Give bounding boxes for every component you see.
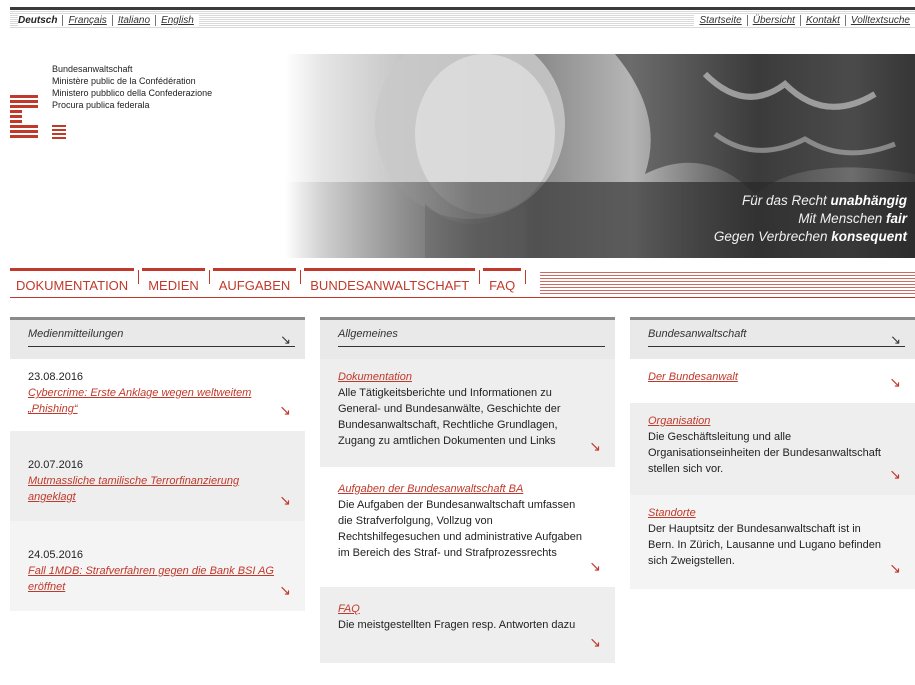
oag-column-header[interactable]: Bundesanwaltschaft ↘ xyxy=(630,317,915,359)
top-navigation-bar: Deutsch Français Italiano English Starts… xyxy=(10,10,915,28)
item-link[interactable]: Standorte xyxy=(648,505,889,521)
item-description: Die Geschäftsleitung und alle Organisati… xyxy=(648,431,881,475)
item-date: 23.08.2016 xyxy=(28,371,84,383)
nav-aufgaben[interactable]: AUFGABEN xyxy=(212,268,301,298)
logo-line-fr: Ministère public de la Confédération xyxy=(52,76,196,86)
federal-logo-icon[interactable] xyxy=(10,95,68,145)
lang-francais[interactable]: Français xyxy=(62,15,112,26)
nav-underline xyxy=(10,297,915,298)
arrow-down-right-icon[interactable]: ↘ xyxy=(279,583,291,597)
nav-dokumentation[interactable]: DOKUMENTATION xyxy=(10,268,140,298)
item-link[interactable]: Der Bundesanwalt xyxy=(648,369,889,385)
link-uebersicht[interactable]: Übersicht xyxy=(746,15,800,26)
list-item[interactable]: Aufgaben der Bundesanwaltschaft BA Die A… xyxy=(320,467,615,587)
slogan-line-3: Gegen Verbrechen konsequent xyxy=(714,228,907,246)
link-volltextsuche[interactable]: Volltextsuche xyxy=(844,15,915,26)
item-date: 24.05.2016 xyxy=(28,549,84,561)
item-description: Die meistgestellten Fragen resp. Antwort… xyxy=(338,619,576,631)
nav-bundesanwaltschaft[interactable]: BUNDESANWALTSCHAFT xyxy=(304,268,481,298)
logo-line-it: Ministero pubblico della Confederazione xyxy=(52,88,213,98)
general-column-title: Allgemeines xyxy=(338,328,605,347)
lang-deutsch[interactable]: Deutsch xyxy=(18,15,63,26)
slogan-3-bold: konsequent xyxy=(831,229,907,244)
arrow-down-right-icon[interactable]: ↘ xyxy=(889,561,901,575)
item-link[interactable]: Aufgaben der Bundesanwaltschaft BA xyxy=(338,481,589,497)
link-kontakt[interactable]: Kontakt xyxy=(799,15,845,26)
slogan-2-bold: fair xyxy=(885,211,907,226)
list-item[interactable]: 24.05.2016 Fall 1MDB: Strafverfahren geg… xyxy=(10,521,305,611)
item-link[interactable]: Dokumentation xyxy=(338,369,589,385)
slogan-line-1: Für das Recht unabhängig xyxy=(714,192,907,210)
nav-faq[interactable]: FAQ xyxy=(483,268,527,298)
list-item[interactable]: Dokumentation Alle Tätigkeitsberichte un… xyxy=(320,359,615,467)
slogan-2-text: Mit Menschen xyxy=(798,211,886,226)
item-link[interactable]: FAQ xyxy=(338,601,589,617)
nav-medien[interactable]: MEDIEN xyxy=(142,268,210,298)
media-column-title: Medienmitteilungen xyxy=(28,328,295,347)
list-item[interactable]: Organisation Die Geschäftsleitung und al… xyxy=(630,403,915,495)
hero-banner: Für das Recht unabhängig Mit Menschen fa… xyxy=(285,54,915,258)
general-column: Allgemeines Dokumentation Alle Tätigkeit… xyxy=(320,317,615,663)
arrow-down-right-icon[interactable]: ↘ xyxy=(279,403,291,417)
arrow-down-right-icon[interactable]: ↘ xyxy=(889,467,901,481)
item-link[interactable]: Fall 1MDB: Strafverfahren gegen die Bank… xyxy=(28,563,279,595)
slogan-1-bold: unabhängig xyxy=(830,193,908,208)
arrow-down-right-icon[interactable]: ↘ xyxy=(890,332,901,348)
item-description: Die Aufgaben der Bundesanwaltschaft umfa… xyxy=(338,499,582,559)
main-navigation: DOKUMENTATION MEDIEN AUFGABEN BUNDESANWA… xyxy=(10,268,915,298)
media-releases-column: Medienmitteilungen ↘ 23.08.2016 Cybercri… xyxy=(10,317,305,611)
lang-english[interactable]: English xyxy=(155,15,199,26)
lang-italiano[interactable]: Italiano xyxy=(111,15,156,26)
list-item[interactable]: 23.08.2016 Cybercrime: Erste Anklage weg… xyxy=(10,359,305,431)
slogan-3-text: Gegen Verbrechen xyxy=(713,229,832,244)
oag-column-title: Bundesanwaltschaft xyxy=(648,328,905,347)
list-item[interactable]: 20.07.2016 Mutmassliche tamilische Terro… xyxy=(10,431,305,521)
item-link[interactable]: Mutmassliche tamilische Terrorfinanzieru… xyxy=(28,473,279,505)
list-item[interactable]: Der Bundesanwalt ↘ xyxy=(630,359,915,403)
logo-line-de: Bundesanwaltschaft xyxy=(52,64,133,74)
language-switcher: Deutsch Français Italiano English xyxy=(18,15,199,26)
arrow-down-right-icon[interactable]: ↘ xyxy=(280,332,291,348)
item-link[interactable]: Organisation xyxy=(648,413,889,429)
logo-line-rm: Procura publica federala xyxy=(52,100,150,110)
arrow-down-right-icon[interactable]: ↘ xyxy=(589,439,601,453)
arrow-down-right-icon[interactable]: ↘ xyxy=(279,493,291,507)
media-column-header[interactable]: Medienmitteilungen ↘ xyxy=(10,317,305,359)
item-description: Der Hauptsitz der Bundesanwaltschaft ist… xyxy=(648,523,882,567)
institution-name[interactable]: Bundesanwaltschaft Ministère public de l… xyxy=(52,63,212,111)
arrow-down-right-icon[interactable]: ↘ xyxy=(889,375,901,389)
arrow-down-right-icon[interactable]: ↘ xyxy=(589,635,601,649)
item-description: Alle Tätigkeitsberichte und Informatione… xyxy=(338,387,561,447)
slogan-line-2: Mit Menschen fair xyxy=(714,210,907,228)
oag-column: Bundesanwaltschaft ↘ Der Bundesanwalt ↘ … xyxy=(630,317,915,589)
item-date: 20.07.2016 xyxy=(28,459,84,471)
slogan-1-text: Für das Recht xyxy=(741,193,831,208)
list-item[interactable]: Standorte Der Hauptsitz der Bundesanwalt… xyxy=(630,495,915,589)
service-navigation: Startseite Übersicht Kontakt Volltextsuc… xyxy=(694,15,915,26)
slogan: Für das Recht unabhängig Mit Menschen fa… xyxy=(714,192,907,246)
general-column-header: Allgemeines xyxy=(320,317,615,359)
link-startseite[interactable]: Startseite xyxy=(694,15,747,26)
item-link[interactable]: Cybercrime: Erste Anklage wegen weltweit… xyxy=(28,385,279,417)
list-item[interactable]: FAQ Die meistgestellten Fragen resp. Ant… xyxy=(320,587,615,663)
arrow-down-right-icon[interactable]: ↘ xyxy=(589,559,601,573)
